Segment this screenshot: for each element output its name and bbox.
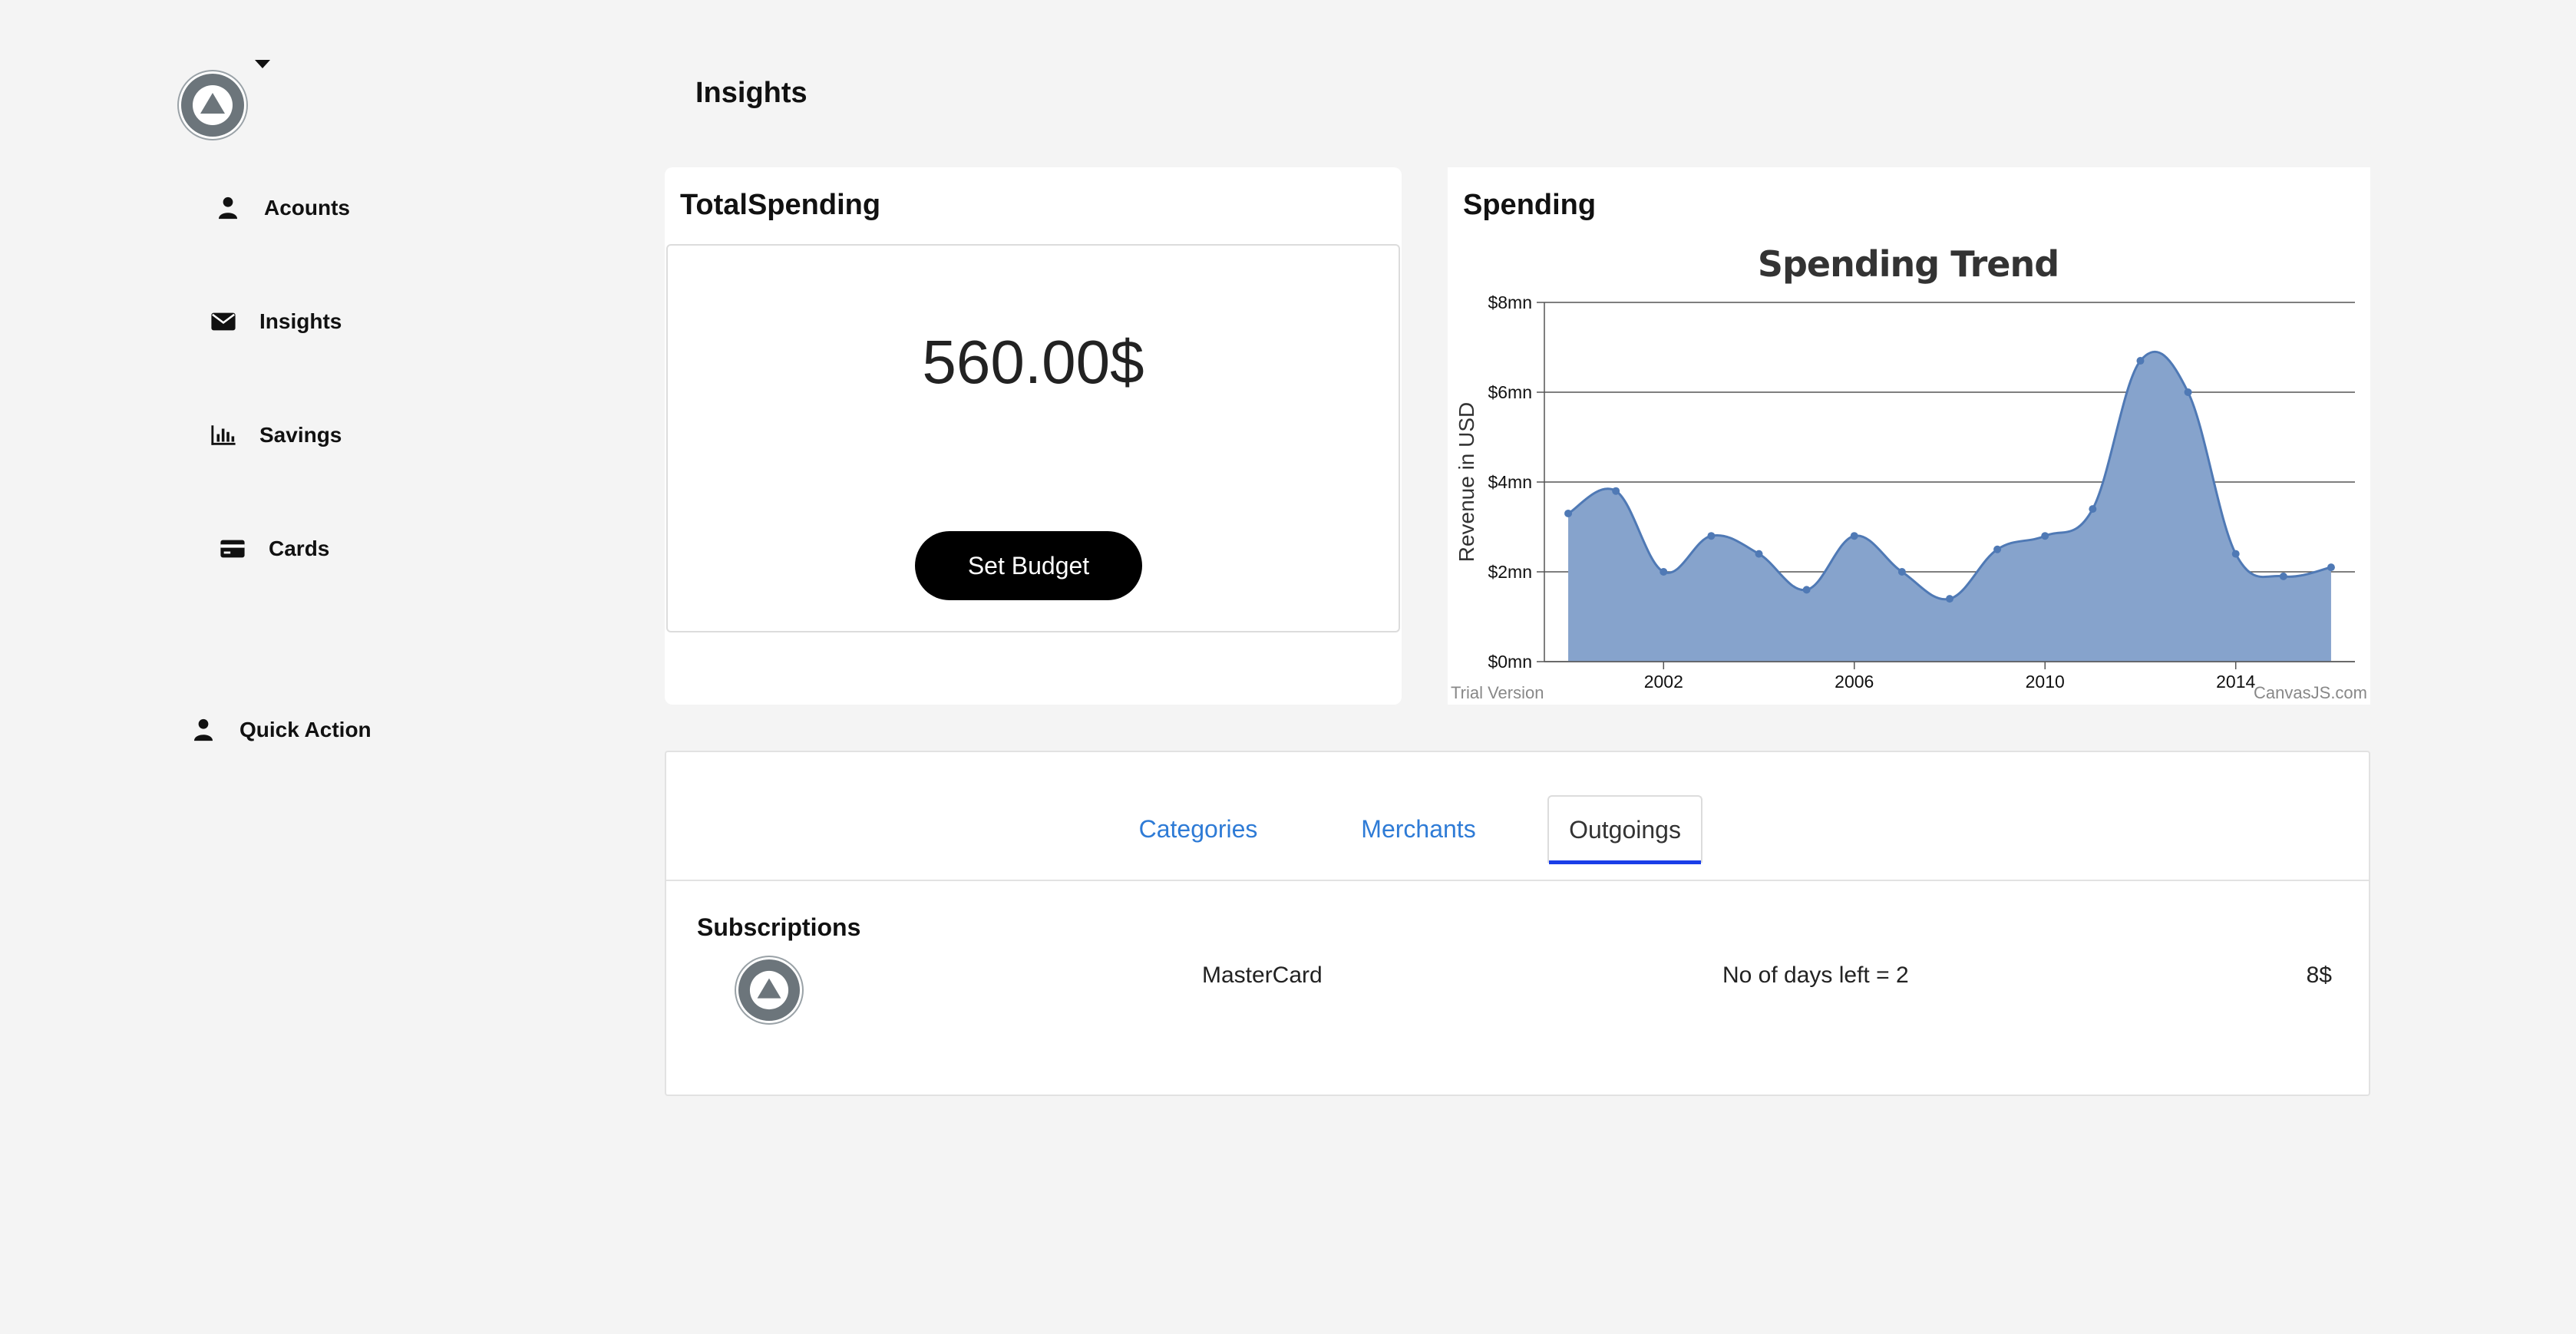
y-tick-label: $8mn xyxy=(1488,292,1532,312)
subscription-avatar xyxy=(738,959,800,1021)
data-point-2005 xyxy=(1802,586,1811,594)
tab-categories[interactable]: Categories xyxy=(1118,795,1279,863)
data-point-2008 xyxy=(1946,595,1953,603)
sidebar-item-insights[interactable]: Insights xyxy=(210,309,342,335)
subscription-name: MasterCard xyxy=(1202,963,1323,988)
quick-action-label: Quick Action xyxy=(239,718,372,741)
data-point-2015 xyxy=(2279,572,2287,580)
watermark-trial-version: Trial Version xyxy=(1451,683,1544,702)
subscriptions-title: Subscriptions xyxy=(697,913,861,941)
user-icon xyxy=(193,718,213,741)
sidebar-item-label: Cards xyxy=(269,537,330,560)
subscription-amount: 8$ xyxy=(2306,963,2332,988)
x-tick-label: 2002 xyxy=(1644,672,1683,692)
sidebar-item-label: Savings xyxy=(259,423,342,447)
sidebar-item-label: Acounts xyxy=(264,196,350,220)
tab-outgoings[interactable]: Outgoings xyxy=(1547,795,1702,864)
area-series-fill xyxy=(1568,352,2331,662)
data-point-2010 xyxy=(2041,532,2049,540)
spending-chart-card-title: Spending xyxy=(1463,189,1597,221)
data-point-2000 xyxy=(1564,509,1573,517)
data-point-2004 xyxy=(1755,550,1763,558)
profile-avatar[interactable] xyxy=(181,74,244,137)
envelope-icon xyxy=(211,312,236,331)
total-spending-title: TotalSpending xyxy=(680,189,881,221)
credit-card-icon xyxy=(220,540,245,558)
data-point-2016 xyxy=(2327,563,2335,572)
x-tick-label: 2006 xyxy=(1835,672,1874,692)
data-point-2002 xyxy=(1660,568,1668,576)
x-tick-label: 2010 xyxy=(2026,672,2065,692)
profile-dropdown-caret-icon[interactable] xyxy=(255,60,270,68)
data-point-2012 xyxy=(2136,357,2145,365)
sidebar-item-label: Insights xyxy=(259,309,342,333)
data-point-2014 xyxy=(2231,550,2240,558)
data-point-2011 xyxy=(2089,505,2097,513)
tab-bar: Categories Merchants Outgoings xyxy=(666,752,2369,881)
tab-merchants[interactable]: Merchants xyxy=(1342,795,1495,863)
total-spending-panel: 560.00$ Set Budget xyxy=(666,244,1400,632)
sidebar-item-savings[interactable]: Savings xyxy=(210,422,342,448)
y-axis-label: Revenue in USD xyxy=(1455,402,1478,563)
list-item[interactable]: MasterCard No of days left = 2 8$ xyxy=(666,959,2369,1036)
y-tick-label: $0mn xyxy=(1488,652,1532,672)
y-tick-label: $6mn xyxy=(1488,382,1532,402)
page-title: Insights xyxy=(695,77,807,109)
quick-action-button[interactable]: Quick Action xyxy=(190,717,372,743)
triangle-logo-icon xyxy=(749,970,789,1010)
watermark-canvasjs: CanvasJS.com xyxy=(2254,683,2367,702)
data-point-2013 xyxy=(2184,388,2192,396)
spending-trend-chart: Spending Trend $0mn $2mn $4mn $6mn $8mn Revenu… xyxy=(1451,243,2367,702)
y-tick-label: $2mn xyxy=(1488,562,1532,582)
sidebar-item-cards[interactable]: Cards xyxy=(220,536,329,562)
x-tick-label: 2014 xyxy=(2216,672,2255,692)
total-spending-amount: 560.00$ xyxy=(922,328,1144,396)
subscription-days-left: No of days left = 2 xyxy=(1722,963,1909,988)
triangle-logo-icon xyxy=(193,85,233,125)
sidebar-item-accounts[interactable]: Acounts xyxy=(215,195,350,221)
total-spending-card: TotalSpending 560.00$ Set Budget xyxy=(665,167,1402,705)
spending-chart-card: Spending Spending Trend $0mn $2mn $4mn $6mn $… xyxy=(1448,167,2370,705)
data-point-2009 xyxy=(1993,545,2002,553)
insights-tabs-panel: Categories Merchants Outgoings Subscript… xyxy=(665,751,2370,1096)
data-point-2006 xyxy=(1850,532,1858,540)
set-budget-button[interactable]: Set Budget xyxy=(915,531,1142,600)
chart-title: Spending Trend xyxy=(1758,243,2059,285)
data-point-2003 xyxy=(1707,532,1716,540)
bar-chart-icon xyxy=(211,425,236,445)
data-point-2007 xyxy=(1897,568,1906,576)
y-tick-label: $4mn xyxy=(1488,472,1532,492)
data-point-2001 xyxy=(1612,487,1620,495)
user-icon xyxy=(218,196,238,220)
